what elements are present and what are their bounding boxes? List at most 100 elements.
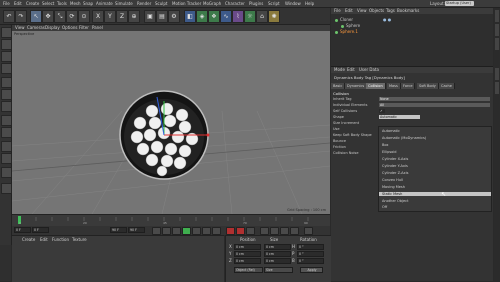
dropdown-option[interactable]: Cylinder X-Axis [382, 157, 408, 161]
dropdown-option[interactable]: Cylinder Z-Axis [382, 171, 408, 175]
size-mode-select[interactable]: Size [264, 267, 293, 273]
objects-tab-icon[interactable] [495, 10, 499, 22]
recent-tools-icon[interactable]: ⊙ [78, 10, 90, 23]
next-frame-icon[interactable] [192, 227, 201, 235]
vp-menu-options[interactable]: Options [62, 25, 77, 30]
rot-b-field[interactable]: 0 ° [297, 258, 324, 264]
light-icon[interactable]: ✺ [268, 10, 280, 23]
layout-select[interactable]: Startup (User) [445, 1, 474, 6]
dropdown-option[interactable]: Automatic [382, 129, 400, 133]
tab-force[interactable]: Force [401, 83, 416, 89]
vp-menu-display[interactable]: Display [45, 25, 60, 30]
workplane-icon[interactable] [1, 63, 12, 74]
prev-frame-icon[interactable] [172, 227, 181, 235]
menu-plugins[interactable]: Plugins [249, 1, 263, 6]
pos-z-field[interactable]: 0 cm [234, 258, 261, 264]
render-settings-icon[interactable]: ⚙ [168, 10, 180, 23]
planar-workplane-icon[interactable] [1, 183, 12, 194]
vp-menu-filter[interactable]: Filter [79, 25, 89, 30]
solo-icon[interactable] [1, 167, 12, 178]
axis-mode-icon[interactable] [1, 115, 12, 126]
scale-icon[interactable]: ⤡ [54, 10, 66, 23]
coord-mode-select[interactable]: Object (Rel) [234, 267, 263, 273]
dropdown-option-selected[interactable]: Static Mesh [379, 192, 491, 196]
menu-animate[interactable]: Animate [96, 1, 113, 6]
size-z-field[interactable]: 0 cm [264, 258, 291, 264]
cube-icon[interactable]: ◧ [184, 10, 196, 23]
mat-menu-texture[interactable]: Texture [72, 237, 87, 242]
make-editable-icon[interactable] [1, 27, 12, 38]
mat-menu-edit[interactable]: Edit [40, 237, 48, 242]
deformer-icon[interactable]: ⌇ [232, 10, 244, 23]
self-collisions-checkbox[interactable]: ✓ [379, 109, 385, 113]
pos-x-field[interactable]: 0 cm [234, 244, 261, 250]
dropdown-option[interactable]: Automatic (MoDynamics) [382, 136, 426, 140]
render-view-icon[interactable]: ▣ [144, 10, 156, 23]
obj-menu-tags[interactable]: Tags [386, 8, 395, 13]
edges-mode-icon[interactable] [1, 89, 12, 100]
dropdown-option[interactable]: Convex Hull [382, 178, 403, 182]
tab-collision[interactable]: Collision [366, 83, 386, 89]
go-to-end-icon[interactable] [212, 227, 221, 235]
vp-menu-panel[interactable]: Panel [92, 25, 103, 30]
model-mode-icon[interactable] [1, 39, 12, 50]
size-x-field[interactable]: 0 cm [264, 244, 291, 250]
polygons-mode-icon[interactable] [1, 101, 12, 112]
play-icon[interactable] [182, 227, 191, 235]
camera-icon[interactable]: ⌂ [256, 10, 268, 23]
live-selection-icon[interactable]: ↖ [30, 10, 42, 23]
menu-character[interactable]: Character [225, 1, 245, 6]
menu-tools[interactable]: Tools [57, 1, 67, 6]
vp-menu-cameras[interactable]: Cameras [27, 25, 45, 30]
obj-menu-edit[interactable]: Edit [345, 8, 353, 13]
dropdown-option[interactable]: Ellipsoid [382, 150, 397, 154]
go-to-start-icon[interactable] [152, 227, 161, 235]
attr-menu-mode[interactable]: Mode [334, 67, 345, 72]
menu-help[interactable]: Help [305, 1, 314, 6]
render-picture-viewer-icon[interactable]: ▤ [156, 10, 168, 23]
y-axis-icon[interactable]: Y [104, 10, 116, 23]
rot-p-field[interactable]: 0 ° [297, 251, 324, 257]
undo-icon[interactable]: ↶ [3, 10, 15, 23]
redo-icon[interactable]: ↷ [15, 10, 27, 23]
autokey-icon[interactable] [236, 227, 245, 235]
frame-current-field[interactable]: 0 F [32, 227, 49, 233]
menu-mograph[interactable]: MoGraph [203, 1, 221, 6]
object-row[interactable]: Sphere [341, 23, 360, 28]
obj-menu-file[interactable]: File [334, 8, 341, 13]
param-key-icon[interactable] [290, 227, 299, 235]
dropdown-option[interactable]: Box [382, 143, 389, 147]
record-icon[interactable] [226, 227, 235, 235]
timeline-menu-icon[interactable] [304, 227, 313, 235]
menu-file[interactable]: File [3, 1, 10, 6]
texture-mode-icon[interactable] [1, 51, 12, 62]
attributes-tab-icon[interactable] [495, 68, 499, 80]
z-axis-icon[interactable]: Z [116, 10, 128, 23]
menu-mesh[interactable]: Mesh [70, 1, 81, 6]
dropdown-option[interactable]: Off [382, 205, 387, 209]
dropdown-option[interactable]: Another Object [382, 199, 408, 203]
menu-select[interactable]: Select [42, 1, 54, 6]
frame-start-field[interactable]: 0 F [14, 227, 31, 233]
position-key-icon[interactable] [260, 227, 269, 235]
tweak-mode-icon[interactable] [1, 127, 12, 138]
tab-soft-body[interactable]: Soft Body [417, 83, 439, 89]
shape-select[interactable]: Automatic [379, 115, 420, 119]
array-icon[interactable]: ❖ [208, 10, 220, 23]
individual-elements-select[interactable]: All [379, 103, 490, 107]
mat-menu-function[interactable]: Function [52, 237, 69, 242]
pos-y-field[interactable]: 0 cm [234, 251, 261, 257]
attr-menu-user-data[interactable]: User Data [359, 67, 379, 72]
obj-menu-bookmarks[interactable]: Bookmarks [397, 8, 419, 13]
rotation-key-icon[interactable] [280, 227, 289, 235]
menu-sculpt[interactable]: Sculpt [155, 1, 168, 6]
inherit-tag-select[interactable]: None [379, 97, 490, 101]
rotate-icon[interactable]: ⟳ [66, 10, 78, 23]
menu-create[interactable]: Create [26, 1, 39, 6]
layers-tab-icon[interactable] [495, 82, 499, 94]
next-key-icon[interactable] [202, 227, 211, 235]
menu-snap[interactable]: Snap [83, 1, 93, 6]
vp-menu-view[interactable]: View [15, 25, 25, 30]
coordinate-system-icon[interactable]: ⊕ [128, 10, 140, 23]
frame-end-field[interactable]: 90 F [110, 227, 127, 233]
